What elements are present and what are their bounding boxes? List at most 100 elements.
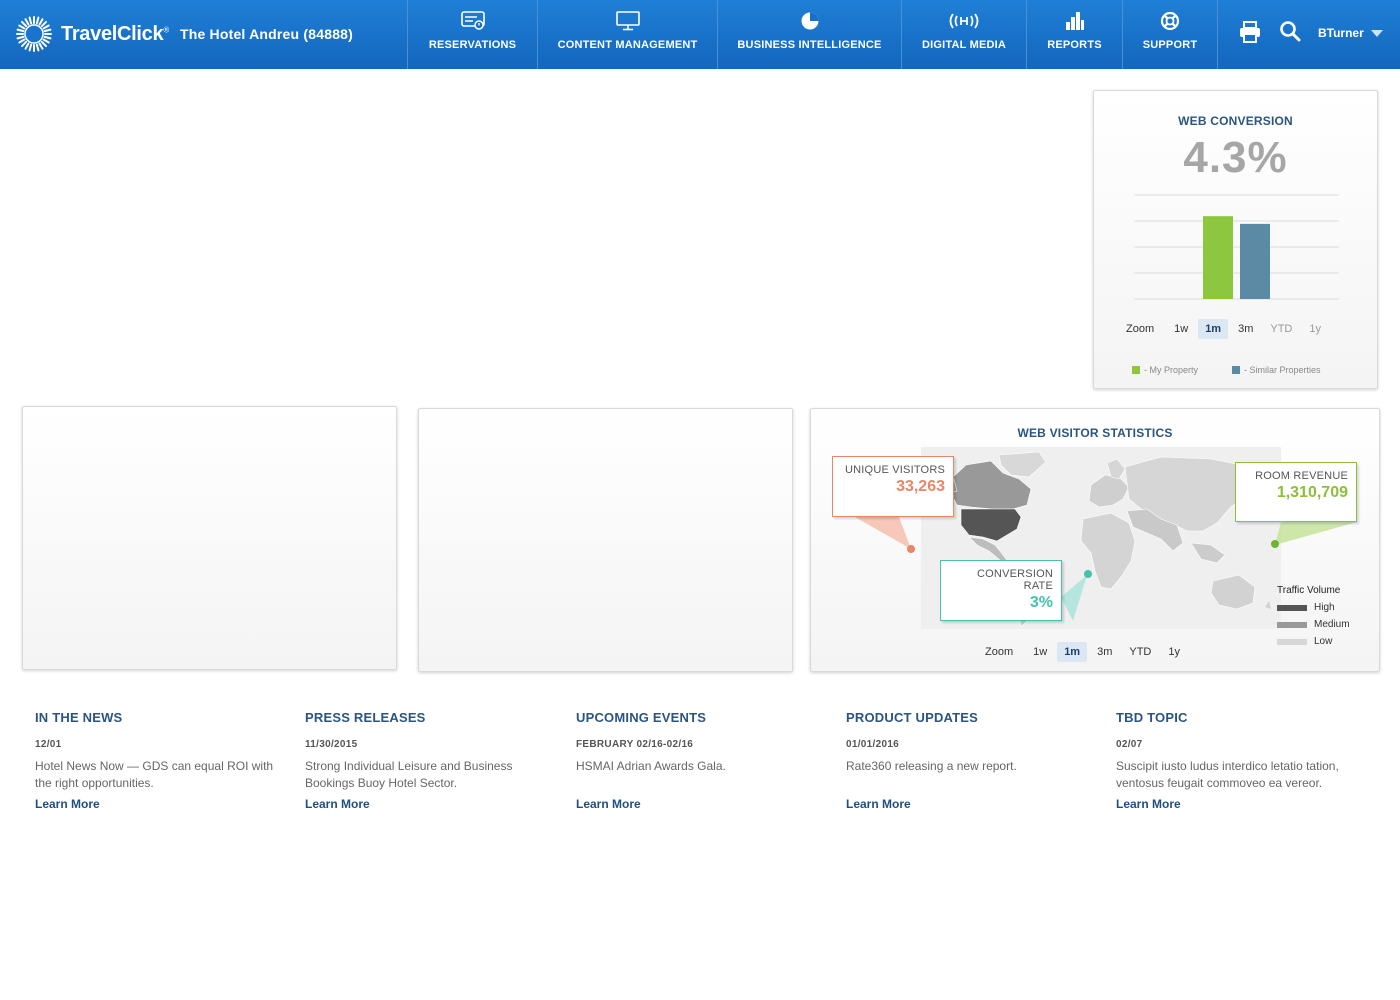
search-icon[interactable]	[1279, 20, 1301, 42]
nav-support-label: SUPPORT	[1142, 39, 1198, 51]
travelclick-logo-icon	[16, 16, 52, 52]
nav-reports-label: REPORTS	[1047, 39, 1102, 51]
bar-chart-icon	[1065, 12, 1084, 30]
traffic-level-medium: Medium	[1277, 619, 1350, 630]
traffic-volume-title: Traffic Volume	[1277, 585, 1341, 596]
nav-reservations-label: RESERVATIONS	[428, 39, 517, 51]
nav-digital-media-label: DIGITAL MEDIA	[921, 39, 1007, 51]
news-heading: UPCOMING EVENTS	[576, 710, 707, 725]
nav-content-management[interactable]: CONTENT MANAGEMENT	[537, 0, 717, 69]
legend-label-similar-properties: - Similar Properties	[1244, 365, 1321, 375]
zoom-option-3m[interactable]: 3m	[1090, 642, 1119, 662]
news-body: HSMAI Adrian Awards Gala.	[576, 759, 726, 773]
traffic-level-high-label: High	[1314, 602, 1335, 613]
learn-more-link[interactable]: Learn More	[305, 797, 550, 811]
zoom-option-1m[interactable]: 1m	[1198, 319, 1229, 339]
chevron-down-icon	[1370, 29, 1383, 37]
nav-business-intelligence[interactable]: BUSINESS INTELLIGENCE	[717, 0, 901, 69]
web-visitor-zoom-controls: Zoom 1w 1m 3m YTD 1y	[985, 642, 1190, 662]
web-conversion-title: WEB CONVERSION	[1178, 114, 1293, 128]
broadcast-icon	[949, 13, 979, 29]
top-navigation-bar: TravelClick® The Hotel Andreu (84888) RE…	[0, 0, 1400, 69]
news-date: 11/30/2015	[305, 739, 358, 750]
zoom-option-3m[interactable]: 3m	[1231, 319, 1260, 339]
zoom-option-ytd[interactable]: YTD	[1263, 319, 1299, 339]
traffic-level-low: Low	[1277, 636, 1350, 647]
zoom-option-1y[interactable]: 1y	[1302, 319, 1328, 339]
conversion-rate-value: 3%	[1029, 594, 1053, 611]
news-column-in-the-news: IN THE NEWS 12/01 Hotel News Now — GDS c…	[35, 710, 280, 811]
news-column-press-releases: PRESS RELEASES 11/30/2015 Strong Individ…	[305, 710, 550, 811]
traffic-volume-legend: Traffic Volume High Medium Low	[1277, 585, 1350, 647]
nav-support[interactable]: SUPPORT	[1122, 0, 1218, 69]
conversion-rate-label: CONVERSION RATE	[977, 568, 1053, 592]
user-menu[interactable]: BTurner	[1318, 26, 1383, 40]
learn-more-link[interactable]: Learn More	[35, 797, 280, 811]
room-revenue-value: 1,310,709	[1276, 484, 1348, 501]
user-name: BTurner	[1318, 26, 1364, 40]
nav-reservations[interactable]: RESERVATIONS	[407, 0, 537, 69]
learn-more-link[interactable]: Learn More	[1116, 797, 1361, 811]
news-body: Strong Individual Leisure and Business B…	[305, 759, 513, 790]
zoom-option-1y[interactable]: 1y	[1161, 642, 1187, 662]
brand[interactable]: TravelClick® The Hotel Andreu (84888)	[16, 15, 353, 53]
room-revenue-callout: ROOM REVENUE 1,310,709	[1235, 462, 1357, 522]
traffic-level-medium-label: Medium	[1314, 619, 1350, 630]
news-date: FEBRUARY 02/16-02/16	[576, 739, 694, 750]
nav-business-intelligence-label: BUSINESS INTELLIGENCE	[737, 39, 882, 51]
web-conversion-chart	[1134, 194, 1339, 300]
nav-content-management-label: CONTENT MANAGEMENT	[557, 39, 698, 51]
news-body: Suscipit iusto ludus interdico letatio t…	[1116, 759, 1339, 790]
news-body: Hotel News Now — GDS can equal ROI with …	[35, 759, 274, 790]
news-column-upcoming-events: UPCOMING EVENTS FEBRUARY 02/16-02/16 HSM…	[576, 710, 821, 811]
conversion-rate-callout: CONVERSION RATE 3%	[940, 560, 1062, 621]
web-conversion-zoom-controls: Zoom 1w 1m 3m YTD 1y	[1126, 319, 1331, 339]
bar-my-property	[1203, 216, 1233, 299]
empty-widget-card-2	[418, 408, 793, 672]
traffic-swatch-medium	[1277, 621, 1307, 628]
zoom-label: Zoom	[985, 646, 1014, 658]
traffic-swatch-low	[1277, 638, 1307, 645]
traffic-swatch-high	[1277, 604, 1307, 611]
unique-visitors-label: UNIQUE VISITORS	[845, 464, 945, 476]
news-heading: PRODUCT UPDATES	[846, 710, 979, 725]
nav-digital-media[interactable]: DIGITAL MEDIA	[901, 0, 1026, 69]
web-conversion-value: 4.3%	[1183, 133, 1288, 182]
brand-registered-mark: ®	[163, 24, 169, 34]
brand-name: TravelClick®	[61, 23, 169, 46]
legend-swatch-similar-properties	[1232, 366, 1241, 374]
empty-widget-card-1	[22, 406, 397, 670]
news-date: 12/01	[35, 739, 62, 750]
unique-visitors-marker	[907, 545, 915, 553]
hotel-name: The Hotel Andreu (84888)	[179, 26, 354, 42]
legend-label-my-property: - My Property	[1144, 365, 1199, 375]
zoom-option-ytd[interactable]: YTD	[1122, 642, 1158, 662]
zoom-label: Zoom	[1126, 323, 1155, 335]
web-visitor-statistics-card: WEB VISITOR STATISTICS UNIQUE VISITORS 3…	[810, 408, 1380, 672]
print-icon[interactable]	[1238, 20, 1262, 44]
conversion-rate-marker	[1084, 570, 1092, 578]
learn-more-link[interactable]: Learn More	[846, 797, 1091, 811]
zoom-option-1w[interactable]: 1w	[1026, 642, 1054, 662]
legend-swatch-my-property	[1132, 366, 1140, 374]
zoom-option-1w[interactable]: 1w	[1167, 319, 1195, 339]
news-body: Rate360 releasing a new report.	[846, 759, 1017, 773]
room-revenue-label: ROOM REVENUE	[1255, 470, 1348, 482]
reservations-icon	[460, 11, 485, 30]
news-column-product-updates: PRODUCT UPDATES 01/01/2016 Rate360 relea…	[846, 710, 1091, 811]
news-heading: IN THE NEWS	[35, 710, 123, 725]
nav-reports[interactable]: REPORTS	[1026, 0, 1122, 69]
traffic-level-low-label: Low	[1314, 636, 1333, 647]
news-heading: PRESS RELEASES	[305, 710, 426, 725]
news-column-tbd-topic: TBD TOPIC 02/07 Suscipit iusto ludus int…	[1116, 710, 1361, 811]
news-heading: TBD TOPIC	[1116, 710, 1188, 725]
bar-similar-properties	[1240, 223, 1270, 299]
web-conversion-legend: - My Property - Similar Properties	[1132, 365, 1321, 375]
zoom-option-1m[interactable]: 1m	[1057, 642, 1088, 662]
unique-visitors-value: 33,263	[896, 478, 945, 495]
learn-more-link[interactable]: Learn More	[576, 797, 821, 811]
news-date: 01/01/2016	[846, 739, 900, 750]
web-conversion-card: WEB CONVERSION 4.3% Zoom 1w 1m 3m YTD 1y - My…	[1093, 90, 1378, 389]
brand-name-text: TravelClick	[61, 22, 164, 45]
news-date: 02/07	[1116, 739, 1143, 750]
